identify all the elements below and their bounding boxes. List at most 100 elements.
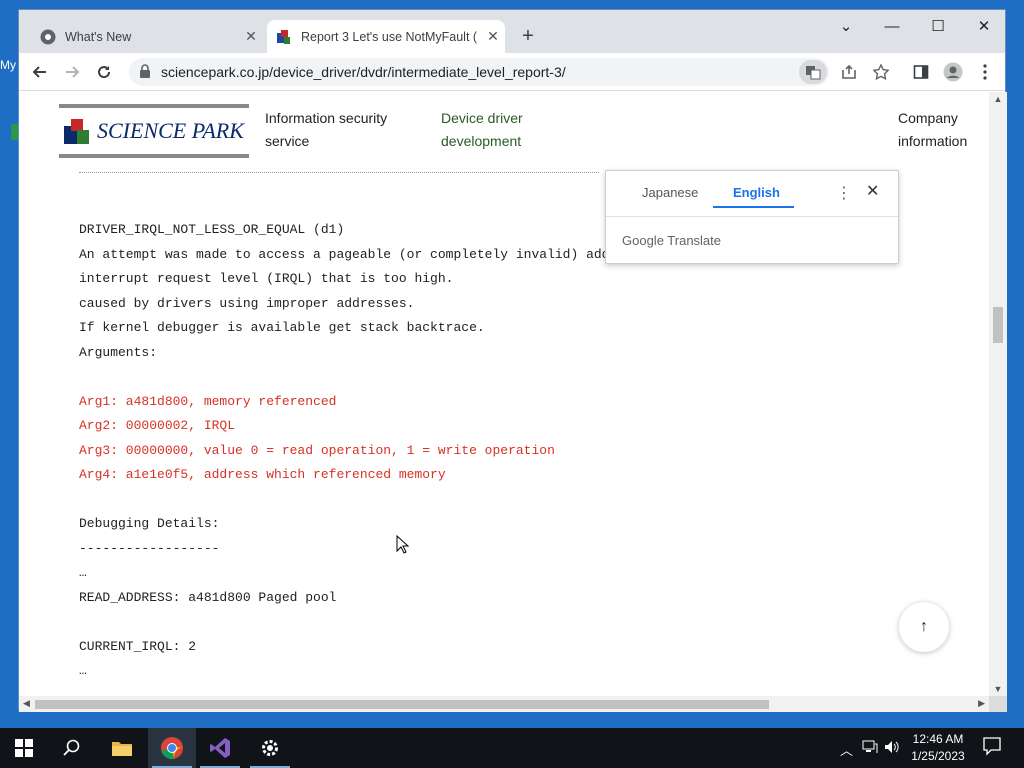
translate-options-icon[interactable]: ⋮ [836, 183, 852, 203]
code-line: If kernel debugger is available get stac… [79, 320, 485, 335]
translate-page-button[interactable] [799, 60, 827, 84]
nav-device-driver[interactable]: Device driver development [441, 107, 523, 153]
start-button[interactable] [0, 728, 48, 768]
google-translate-brand: Google Translate [622, 233, 722, 248]
back-arrow-icon [32, 66, 46, 78]
start-icon [15, 739, 33, 757]
file-explorer-button[interactable] [98, 728, 146, 768]
show-hidden-icons-icon[interactable]: ︿ [840, 740, 853, 759]
code-line: interrupt request level (IRQL) that is t… [79, 271, 454, 286]
tab-report-3[interactable]: Report 3 Let's use NotMyFault ( ✕ [267, 20, 505, 53]
side-panel-button[interactable] [909, 60, 933, 84]
taskbar: ︿ 12:46 AM 1/25/2023 [0, 728, 1024, 768]
clock-time: 12:46 AM [912, 732, 964, 746]
file-explorer-icon [112, 742, 132, 756]
horizontal-scroll-thumb[interactable] [35, 700, 769, 709]
tab-close-icon[interactable]: ✕ [481, 28, 505, 45]
debug-output: DRIVER_IRQL_NOT_LESS_OR_EQUAL (d1) An att… [79, 218, 688, 684]
nav-label-line: information [898, 133, 968, 149]
settings-icon [262, 740, 278, 756]
browser-window: What's New ✕ Report 3 Let's use NotMyFau… [18, 9, 1007, 712]
site-header: SCIENCE PARK Information security servic… [19, 92, 989, 170]
share-button[interactable] [837, 60, 861, 84]
code-line: Arg4: a1e1e0f5, address which referenced… [79, 467, 446, 482]
separator [79, 172, 599, 173]
address-bar[interactable]: sciencepark.co.jp/device_driver/dvdr/int… [129, 58, 829, 86]
scroll-left-icon[interactable]: ◀ [23, 698, 30, 709]
chrome-icon [161, 737, 183, 760]
tab-title: What's New [65, 29, 132, 44]
close-window-button[interactable]: ✕ [961, 10, 1007, 42]
nav-label-line: Device driver [441, 110, 523, 126]
horizontal-scrollbar[interactable]: ◀ ▶ [19, 696, 989, 712]
star-icon [873, 64, 889, 80]
settings-button[interactable] [246, 728, 294, 768]
code-line: … [79, 663, 87, 678]
tab-title: Report 3 Let's use NotMyFault ( [301, 29, 478, 44]
tab-close-icon[interactable]: ✕ [239, 28, 263, 45]
forward-arrow-icon [66, 66, 80, 78]
mouse-cursor-icon [396, 535, 410, 554]
minimize-button[interactable]: — [869, 10, 915, 42]
scroll-down-icon[interactable]: ▼ [989, 684, 1007, 694]
maximize-button[interactable]: ☐ [915, 10, 961, 42]
nav-company-information[interactable]: Company information [898, 107, 967, 153]
code-line: Arg2: 00000002, IRQL [79, 418, 236, 433]
scroll-up-icon[interactable]: ▲ [989, 94, 1007, 104]
clock[interactable]: 12:46 AM 1/25/2023 [905, 731, 971, 765]
code-line: CURRENT_IRQL: 2 [79, 638, 197, 654]
tab-search-button[interactable]: ⌄ [823, 10, 869, 42]
science-park-logo[interactable]: SCIENCE PARK [59, 104, 249, 158]
vertical-scroll-thumb[interactable] [993, 307, 1003, 343]
scroll-to-top-button[interactable]: ↑ [899, 602, 949, 652]
scroll-corner [989, 696, 1007, 712]
code-line: Debugging Details: [79, 516, 220, 531]
nav-label-line: Company [898, 110, 958, 126]
menu-button[interactable] [973, 60, 997, 84]
clock-date: 1/25/2023 [911, 749, 965, 763]
desktop-icon-label: My [0, 58, 16, 72]
search-icon [63, 739, 80, 756]
code-line: … [79, 565, 87, 580]
bookmark-button[interactable] [869, 60, 893, 84]
code-line: READ_ADDRESS: a481d800 Paged pool [79, 589, 337, 605]
volume-icon[interactable] [884, 740, 900, 757]
nav-label-line: development [441, 133, 522, 149]
web-page: SCIENCE PARK Information security servic… [19, 92, 989, 696]
forward-button[interactable] [60, 60, 84, 84]
nav-information-security[interactable]: Information security service [265, 107, 387, 153]
back-button[interactable] [28, 60, 52, 84]
code-line: DRIVER_IRQL_NOT_LESS_OR_EQUAL (d1) [79, 222, 345, 237]
logo-mark-icon [64, 119, 89, 144]
code-line: Arg1: a481d800, memory referenced [79, 393, 337, 409]
more-vert-icon [983, 64, 987, 80]
notifications-icon[interactable] [982, 736, 1002, 756]
share-icon [842, 64, 856, 79]
tab-strip: What's New ✕ Report 3 Let's use NotMyFau… [19, 10, 1005, 53]
tab-whats-new[interactable]: What's New ✕ [31, 20, 263, 53]
new-tab-button[interactable]: + [517, 25, 539, 47]
code-line: An attempt was made to access a pageable… [79, 246, 688, 262]
code-line: ------------------ [79, 540, 220, 556]
translate-popup: Japanese English ⋮ ✕ Google Translate [605, 170, 899, 264]
profile-button[interactable] [941, 60, 965, 84]
code-line: Arguments: [79, 344, 158, 360]
nav-label-line: Information security [265, 110, 388, 126]
network-icon[interactable] [862, 740, 878, 757]
reload-button[interactable] [92, 60, 116, 84]
search-button[interactable] [48, 728, 96, 768]
translate-lang-english[interactable]: English [733, 185, 780, 200]
chrome-taskbar-button[interactable] [148, 728, 196, 768]
translate-lang-japanese[interactable]: Japanese [642, 185, 698, 200]
lock-icon [140, 64, 150, 78]
code-line: Arg3: 00000000, value 0 = read operation… [79, 442, 555, 458]
scroll-right-icon[interactable]: ▶ [978, 698, 985, 709]
visual-studio-button[interactable] [196, 728, 244, 768]
chrome-icon [40, 29, 56, 45]
browser-toolbar: sciencepark.co.jp/device_driver/dvdr/int… [19, 53, 1005, 91]
vertical-scrollbar[interactable]: ▲ ▼ [989, 92, 1007, 696]
translate-close-icon[interactable]: ✕ [866, 181, 879, 201]
translate-icon [806, 66, 821, 80]
